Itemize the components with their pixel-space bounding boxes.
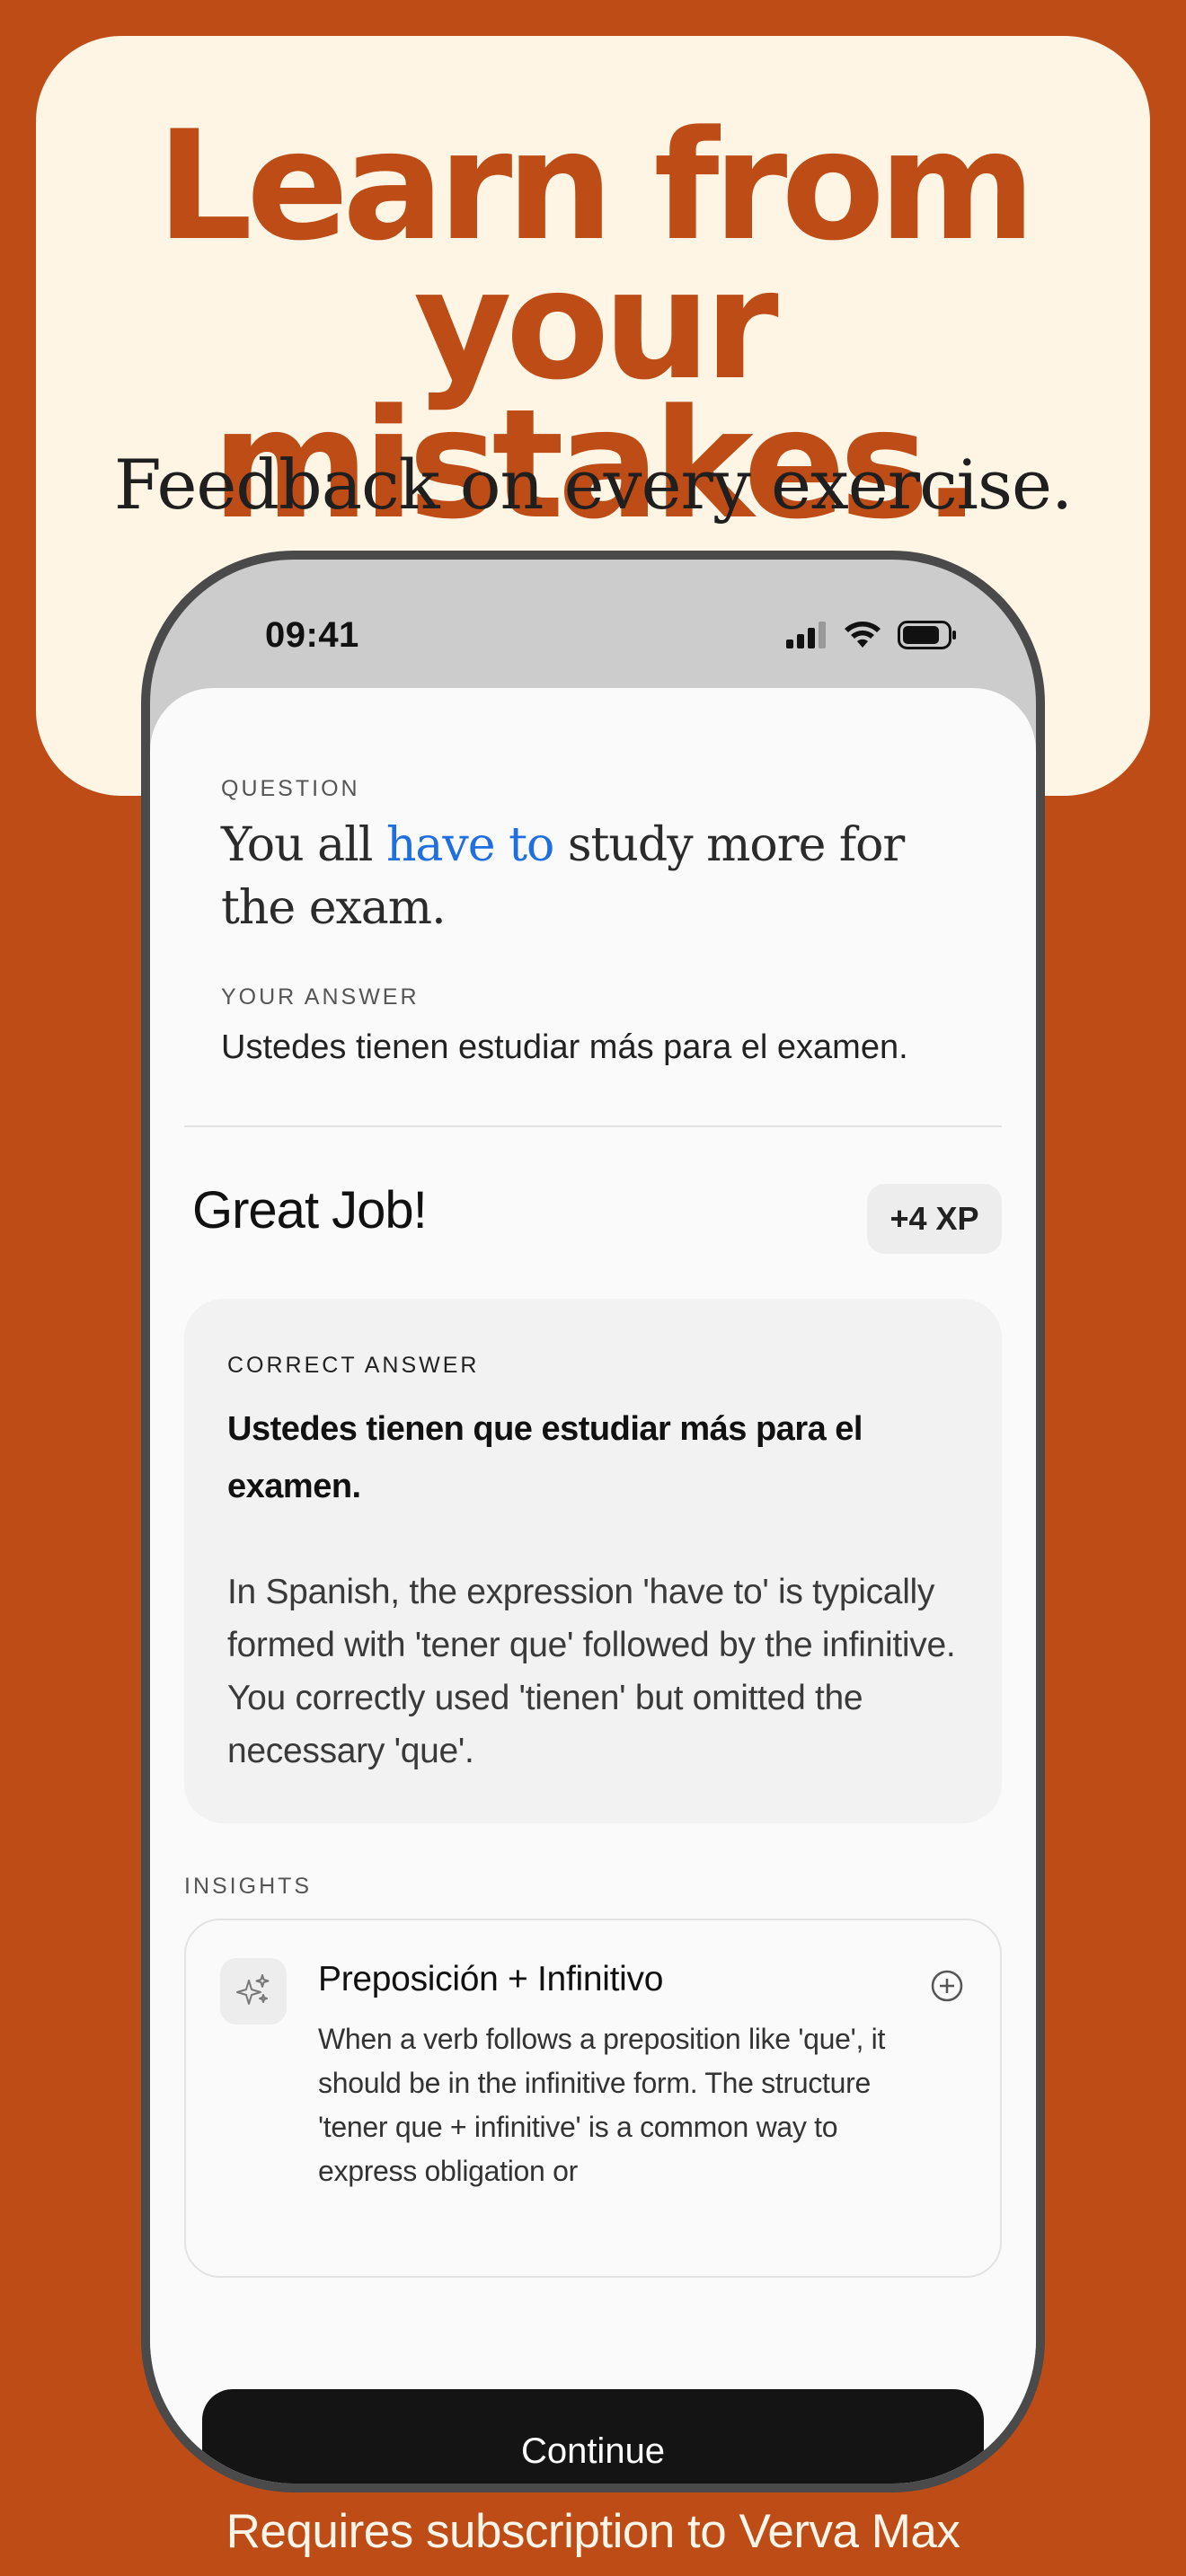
correct-answer-label: CORRECT ANSWER: [227, 1353, 480, 1378]
battery-icon: [898, 621, 956, 649]
subhead: Feedback on every exercise.: [113, 445, 1073, 525]
feedback-sheet: QUESTION You all have to study more for …: [150, 688, 1036, 2483]
wifi-icon: [845, 622, 881, 648]
expand-plus-icon[interactable]: [930, 1969, 964, 2007]
status-icons: [786, 619, 957, 651]
phone-frame: 09:41 QUESTION You all have to study mor: [141, 551, 1045, 2492]
subscription-footnote: Requires subscription to Verva Max: [226, 2505, 960, 2558]
question-label: QUESTION: [221, 776, 360, 801]
cellular-signal-icon: [786, 622, 826, 648]
status-time: 09:41: [265, 615, 359, 655]
sparkles-icon: [220, 1958, 287, 2025]
question-before: You all: [221, 818, 386, 872]
insight-title: Preposición + Infinitivo: [318, 1960, 664, 1998]
headline-line-1: Learn from: [156, 98, 1036, 274]
correct-answer-card: CORRECT ANSWER Ustedes tienen que estudi…: [184, 1299, 1002, 1823]
continue-button[interactable]: Continue: [202, 2389, 984, 2483]
question-highlight: have to: [385, 818, 554, 872]
divider: [184, 1125, 1002, 1127]
insight-body: When a verb follows a preposition like '…: [318, 2023, 886, 2187]
phone-screen: 09:41 QUESTION You all have to study mor: [150, 560, 1036, 2483]
xp-badge: +4 XP: [867, 1184, 1002, 1254]
your-answer-text: Ustedes tienen estudiar más para el exam…: [221, 1028, 908, 1066]
explanation-text: In Spanish, the expression 'have to' is …: [227, 1573, 956, 1770]
question-text: You all have to study more for the exam.: [221, 814, 976, 940]
insight-card[interactable]: Preposición + Infinitivo When a verb fol…: [184, 1919, 1002, 2278]
your-answer-label: YOUR ANSWER: [221, 984, 420, 1010]
result-title: Great Job!: [192, 1181, 428, 1239]
insights-label: INSIGHTS: [184, 1874, 313, 1899]
correct-answer-text: Ustedes tienen que estudiar más para el …: [227, 1410, 863, 1505]
